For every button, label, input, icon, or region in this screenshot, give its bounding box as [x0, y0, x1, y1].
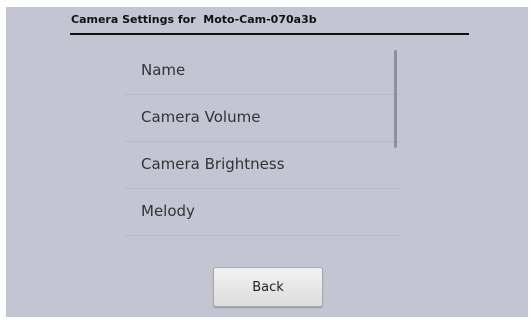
list-divider	[124, 235, 400, 236]
list-item-melody[interactable]: Melody	[124, 189, 400, 236]
list-item-camera-volume[interactable]: Camera Volume	[124, 95, 400, 142]
list-item-label: Name	[141, 61, 186, 79]
back-button[interactable]: Back	[213, 267, 323, 307]
scrollbar[interactable]	[394, 50, 397, 148]
list-item-camera-brightness[interactable]: Camera Brightness	[124, 142, 400, 189]
page-title: Camera Settings for Moto-Cam-070a3b	[71, 13, 317, 26]
list-item-name[interactable]: Name	[124, 48, 400, 95]
settings-screen: Camera Settings for Moto-Cam-070a3b Name…	[6, 7, 528, 317]
list-item-label: Camera Brightness	[141, 155, 285, 173]
title-underline	[70, 33, 469, 35]
list-item-label: Melody	[141, 202, 195, 220]
list-item-label: Camera Volume	[141, 108, 261, 126]
settings-list[interactable]: Name Camera Volume Camera Brightness Mel…	[124, 48, 400, 236]
